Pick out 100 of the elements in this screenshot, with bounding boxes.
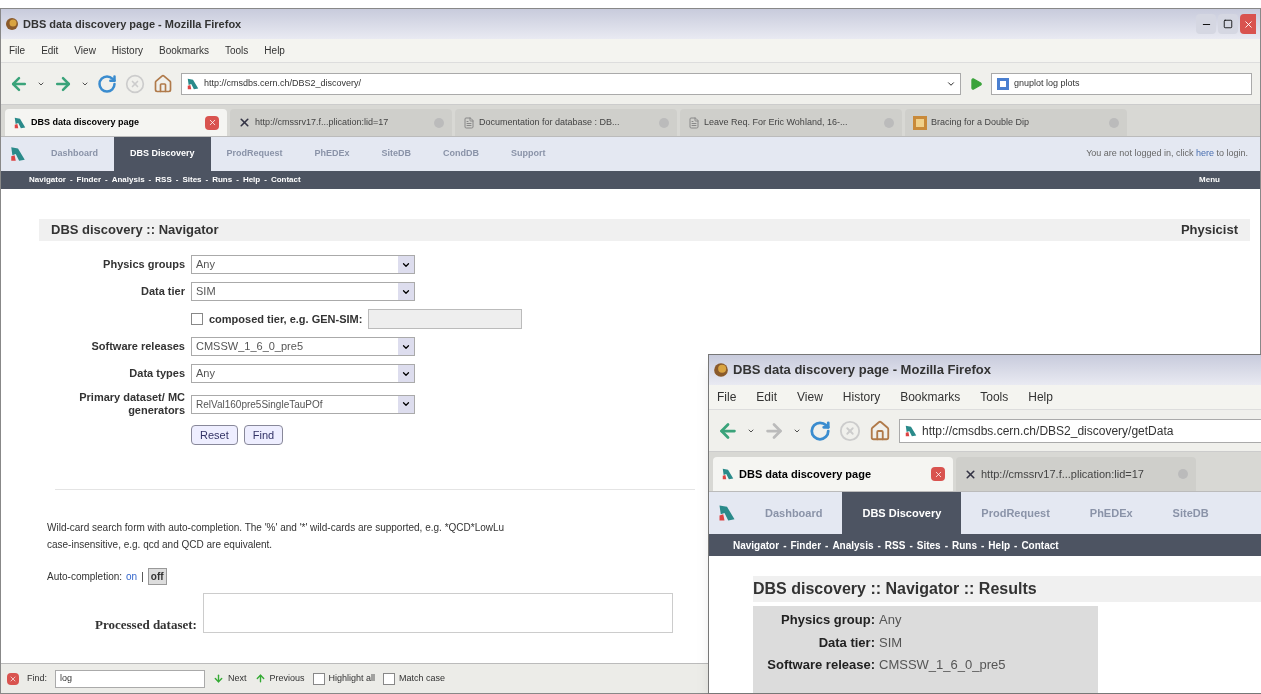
close-button[interactable] (1240, 14, 1256, 34)
nav-separator: - (909, 538, 913, 553)
result-label: Data tier: (817, 633, 875, 652)
site-nav-tab[interactable]: DBS Discovery (842, 492, 962, 534)
browser-tab[interactable]: Bracing for a Double Dip (905, 109, 1127, 136)
sub-nav-link[interactable]: Contact (270, 174, 301, 186)
address-field[interactable]: http://cmsdbs.cern.ch/DBS2_discovery/ (181, 72, 961, 95)
window-title: DBS data discovery page - Mozilla Firefox (23, 16, 242, 32)
find-option-label: Highlight all (328, 671, 376, 685)
sub-nav-link[interactable]: Runs (212, 174, 233, 186)
menu-item[interactable]: Tools (980, 388, 1009, 406)
tab-close-icon[interactable] (205, 115, 219, 130)
search-engine-icon[interactable] (996, 76, 1010, 91)
go-icon[interactable] (969, 76, 983, 91)
result-label: Software release: (766, 656, 875, 674)
menu-item[interactable]: File (9, 43, 26, 58)
menu-item[interactable]: View (797, 388, 823, 406)
browser-tab[interactable]: Leave Req. For Eric Wohland, 16-... (680, 109, 902, 136)
menu-item[interactable]: View (74, 43, 96, 58)
field-label: Physics groups (102, 258, 185, 271)
menu-item[interactable]: Bookmarks (900, 388, 961, 406)
menu-item[interactable]: Edit (41, 43, 59, 58)
sub-nav-link[interactable]: Runs (952, 537, 977, 553)
menu-item[interactable]: History (842, 388, 881, 406)
site-logo-icon (186, 76, 200, 91)
address-field[interactable]: http://cmsdbs.cern.ch/DBS2_discovery/getData (899, 418, 1261, 443)
browser-tab[interactable]: DBS data discovery page (713, 457, 953, 491)
processed-dataset-field[interactable] (202, 593, 673, 633)
nav-separator: - (944, 538, 948, 553)
x-icon (964, 467, 977, 481)
dropdown[interactable]: Any (191, 255, 415, 274)
browser-tab[interactable]: http://cmssrv17.f...plication:lid=17 (230, 109, 452, 136)
browser-logo-icon (713, 362, 729, 378)
result-value: Any (879, 611, 902, 629)
login-link[interactable]: here (1195, 148, 1214, 159)
sub-nav-link[interactable]: Navigator (733, 537, 780, 553)
field-label: Primary dataset/ MC generators (78, 391, 185, 417)
composed-tier-field[interactable] (368, 309, 523, 329)
reload-icon[interactable] (97, 73, 117, 94)
dropdown[interactable]: SIM (191, 282, 415, 301)
menu-link[interactable]: Menu (1199, 174, 1232, 186)
search-field[interactable]: gnuplot log plots (991, 72, 1252, 95)
find-previous-button[interactable]: Previous (254, 671, 305, 686)
document-icon (463, 116, 475, 129)
nav-separator: - (105, 174, 108, 186)
sub-nav-link[interactable]: Navigator (29, 174, 66, 186)
find-field[interactable]: log (55, 669, 205, 688)
browser-tab[interactable]: http://cmssrv17.f...plication:lid=17 (956, 457, 1196, 491)
browser-tab[interactable]: Documentation for database : DB... (455, 109, 677, 136)
nav-separator: - (1014, 538, 1018, 553)
menu-item[interactable]: Tools (225, 43, 249, 58)
field-label: Data types (128, 367, 185, 380)
sub-nav-link[interactable]: Analysis (111, 174, 145, 186)
home-icon[interactable] (153, 73, 173, 94)
sub-nav-link[interactable]: Sites (916, 537, 941, 553)
sub-nav-link[interactable]: Finder (76, 174, 102, 186)
role-label: Physicist (1180, 221, 1238, 240)
sub-nav-link[interactable]: Finder (790, 537, 822, 553)
menu-item[interactable]: Help (1028, 388, 1053, 406)
menu-item[interactable]: Bookmarks (159, 43, 209, 58)
reload-icon[interactable] (809, 419, 831, 442)
section-heading: DBS discovery :: Navigator (51, 221, 219, 240)
close-find-bar-icon[interactable] (7, 672, 19, 685)
form-button[interactable]: Find (243, 425, 284, 445)
sub-nav-link[interactable]: RSS (884, 537, 906, 553)
menu-item[interactable]: File (717, 388, 737, 406)
site-logo-icon (721, 467, 735, 481)
browser-tab[interactable]: DBS data discovery page (5, 109, 227, 136)
nav-separator: - (877, 538, 881, 553)
menu-item[interactable]: Help (264, 43, 285, 58)
menu-item[interactable]: Edit (756, 388, 778, 406)
result-value: CMSSW_1_6_0_pre5 (879, 656, 1006, 674)
maximize-button[interactable] (1218, 14, 1238, 34)
processed-dataset-label: Processed dataset: (95, 616, 197, 634)
checkbox[interactable] (312, 672, 325, 685)
sub-nav-link[interactable]: Help (988, 537, 1011, 553)
find-label: Find: (27, 671, 47, 685)
nav-separator: - (148, 174, 152, 186)
sub-nav-link[interactable]: Help (242, 174, 261, 186)
checkbox[interactable] (383, 672, 396, 685)
result-value: SIM (879, 633, 903, 652)
autocompletion-option[interactable]: on (126, 569, 138, 584)
menu-item[interactable]: History (111, 43, 143, 58)
dropdown[interactable]: RelVal160pre5SingleTauPOf (191, 394, 415, 414)
maximize-icon (1223, 19, 1233, 29)
sub-nav-link[interactable]: RSS (155, 174, 172, 186)
autocompletion-option[interactable]: off (147, 568, 167, 585)
form-button[interactable]: Reset (191, 425, 238, 445)
document-icon (688, 116, 700, 129)
checkbox[interactable] (191, 313, 203, 325)
down-arrow-icon (213, 673, 224, 684)
tab-close-icon[interactable] (931, 467, 945, 481)
site-nav-tab[interactable]: DBS Discovery (114, 137, 211, 171)
home-icon[interactable] (869, 419, 891, 442)
sub-nav-link[interactable]: Contact (1021, 537, 1059, 553)
dropdown[interactable]: Any (191, 364, 415, 383)
dropdown[interactable]: CMSSW_1_6_0_pre5 (191, 337, 415, 356)
find-next-button[interactable]: Next (213, 671, 247, 686)
sub-nav-link[interactable]: Sites (182, 174, 202, 186)
sub-nav-link[interactable]: Analysis (832, 537, 874, 553)
